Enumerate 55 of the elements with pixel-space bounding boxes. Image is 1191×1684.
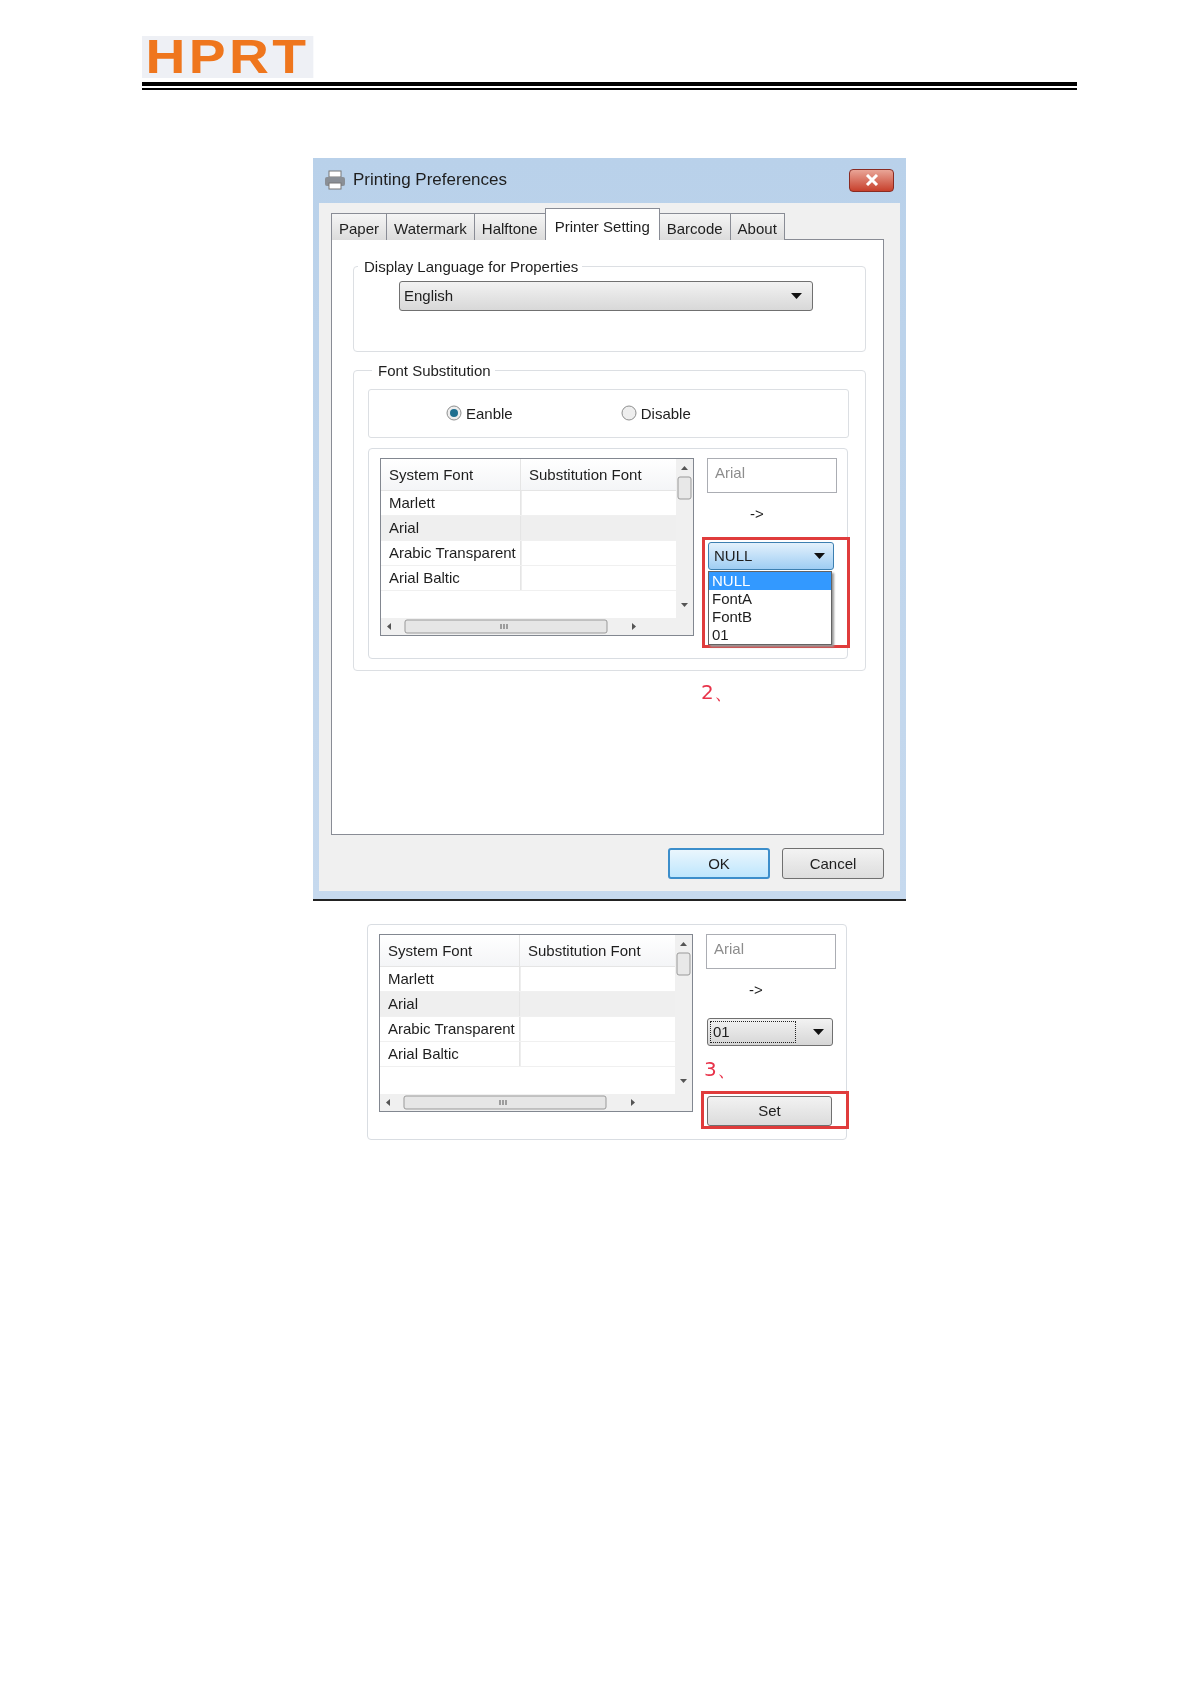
- close-button[interactable]: [849, 168, 894, 192]
- tab[interactable]: Barcode: [658, 212, 731, 240]
- arrow-label: ->: [749, 980, 763, 1000]
- dropdown-option[interactable]: FontA: [709, 589, 831, 608]
- dropdown[interactable]: NULL: [708, 541, 834, 570]
- table-cell: Arial: [380, 991, 520, 1016]
- table-cell: Arabic Transparent: [380, 1016, 520, 1041]
- table-cell: Marlett: [380, 966, 520, 991]
- vertical-scrollbar[interactable]: [675, 934, 692, 1111]
- radio-button[interactable]: Disable: [620, 404, 691, 422]
- step-label: 2、: [701, 678, 735, 705]
- caret-icon: [791, 292, 802, 299]
- step-label: 3、: [704, 1056, 737, 1081]
- tab[interactable]: Halftone: [473, 212, 546, 240]
- set-button[interactable]: Set: [707, 1095, 832, 1126]
- tab[interactable]: About: [729, 212, 785, 240]
- table-cell: Arabic Transparent: [381, 540, 521, 565]
- dropdown-option[interactable]: FontB: [709, 607, 831, 626]
- table-row[interactable]: Arial: [381, 515, 676, 541]
- table-row[interactable]: Marlett: [380, 966, 675, 992]
- close-icon: [864, 174, 879, 186]
- tab[interactable]: Paper: [331, 212, 388, 240]
- column-header[interactable]: System Font: [380, 934, 520, 966]
- horizontal-scrollbar[interactable]: [381, 617, 676, 635]
- table-cell: Arial Baltic: [380, 1041, 520, 1066]
- group-title: Font Substitution: [377, 361, 492, 379]
- horizontal-scrollbar[interactable]: [380, 1093, 675, 1111]
- column-header[interactable]: Substitution Font: [520, 934, 649, 966]
- tab[interactable]: Watermark: [386, 212, 475, 240]
- window-title: Printing Preferences: [353, 170, 509, 190]
- arrow-label: ->: [750, 504, 764, 524]
- language-dropdown[interactable]: English: [399, 280, 813, 311]
- logo: HPRT: [142, 36, 313, 78]
- dialog-button[interactable]: Cancel: [782, 847, 884, 879]
- table-cell: Arial: [381, 515, 521, 540]
- caret-icon: [813, 1028, 824, 1035]
- table-row[interactable]: Arial: [380, 991, 675, 1017]
- vertical-scrollbar[interactable]: [676, 458, 693, 635]
- table-cell: Marlett: [381, 490, 521, 515]
- table-row[interactable]: Arial Baltic: [380, 1041, 675, 1067]
- dropdown[interactable]: 01: [707, 1017, 833, 1046]
- column-header[interactable]: System Font: [381, 458, 521, 490]
- table-row[interactable]: Arabic Transparent: [381, 540, 676, 566]
- radio-button[interactable]: Eanble: [446, 404, 513, 422]
- dropdown-option[interactable]: 01: [709, 625, 831, 644]
- column-header[interactable]: Substitution Font: [521, 458, 650, 490]
- table-row[interactable]: Arabic Transparent: [380, 1016, 675, 1042]
- table-row[interactable]: Marlett: [381, 490, 676, 516]
- table-row[interactable]: Arial Baltic: [381, 565, 676, 591]
- caret-icon: [814, 552, 825, 559]
- table-cell: Arial Baltic: [381, 565, 521, 590]
- tab[interactable]: Printer Setting: [544, 207, 660, 240]
- printer-icon: [325, 170, 345, 190]
- dialog-button[interactable]: OK: [668, 847, 770, 879]
- group-title: Display Language for Properties: [363, 257, 580, 275]
